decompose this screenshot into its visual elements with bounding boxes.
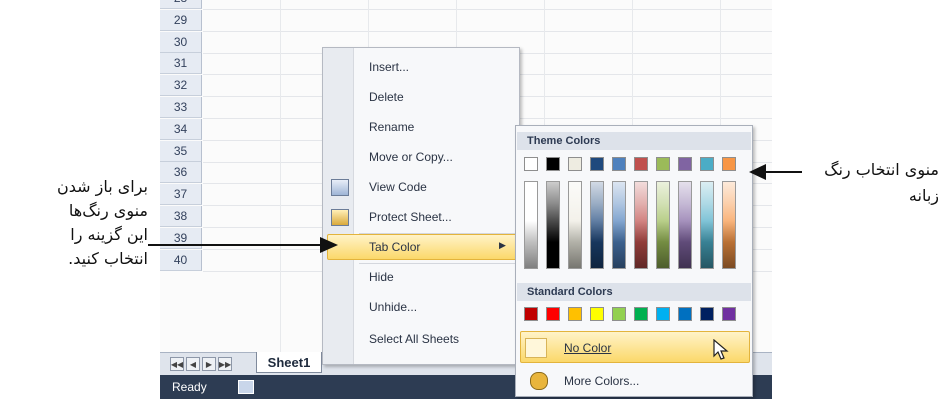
annotation-line: منوی رنگ‌ها xyxy=(68,201,148,220)
left-arrow-line xyxy=(148,244,326,246)
protect-sheet-icon xyxy=(331,209,349,226)
theme-color-shades[interactable] xyxy=(612,181,626,269)
row-header-38[interactable]: 38 xyxy=(160,206,202,227)
theme-color-swatch[interactable] xyxy=(568,157,582,171)
theme-colors-header: Theme Colors xyxy=(517,132,751,150)
menu-item-unhide[interactable]: Unhide... xyxy=(369,300,417,314)
annotation-line: منوی انتخاب رنگ xyxy=(824,160,939,179)
no-color-swatch xyxy=(525,338,547,358)
standard-color-swatch[interactable] xyxy=(568,307,582,321)
menu-item-rename[interactable]: Rename xyxy=(369,120,414,134)
theme-color-swatch[interactable] xyxy=(656,157,670,171)
menu-item-tab-color[interactable]: Tab Color xyxy=(369,240,420,254)
standard-color-swatch[interactable] xyxy=(590,307,604,321)
menu-item-select-all-sheets[interactable]: Select All Sheets xyxy=(369,332,459,346)
standard-color-swatch[interactable] xyxy=(546,307,560,321)
theme-color-shades[interactable] xyxy=(700,181,714,269)
left-arrow-head-icon xyxy=(320,237,338,253)
annotation-line: برای باز شدن xyxy=(56,177,148,196)
theme-color-shades[interactable] xyxy=(590,181,604,269)
view-code-icon xyxy=(331,179,349,196)
standard-colors-header: Standard Colors xyxy=(517,283,751,301)
menu-separator xyxy=(359,263,515,264)
standard-color-swatch[interactable] xyxy=(700,307,714,321)
theme-color-shades[interactable] xyxy=(524,181,538,269)
standard-color-swatch[interactable] xyxy=(634,307,648,321)
standard-color-swatch[interactable] xyxy=(722,307,736,321)
theme-color-swatch[interactable] xyxy=(590,157,604,171)
row-header-34[interactable]: 34 xyxy=(160,118,202,140)
grid-line xyxy=(280,0,281,360)
standard-color-swatch[interactable] xyxy=(678,307,692,321)
menu-item-hide[interactable]: Hide xyxy=(369,270,394,284)
row-header-36[interactable]: 36 xyxy=(160,162,202,184)
standard-color-swatch[interactable] xyxy=(656,307,670,321)
theme-color-swatch[interactable] xyxy=(524,157,538,171)
annotation-line: زبانه xyxy=(908,186,939,205)
status-text: Ready xyxy=(172,380,207,394)
theme-color-swatch[interactable] xyxy=(546,157,560,171)
theme-color-shades[interactable] xyxy=(634,181,648,269)
theme-color-shades[interactable] xyxy=(568,181,582,269)
row-header-30[interactable]: 30 xyxy=(160,31,202,53)
row-header-40[interactable]: 40 xyxy=(160,249,202,271)
row-header-32[interactable]: 32 xyxy=(160,75,202,97)
right-arrow-line xyxy=(762,171,802,173)
more-colors-icon xyxy=(530,372,548,390)
sheet-nav-button[interactable]: ▶▶ xyxy=(218,357,232,371)
menu-item-move-or-copy[interactable]: Move or Copy... xyxy=(369,150,453,164)
row-header-29[interactable]: 29 xyxy=(160,9,202,31)
mouse-cursor-icon xyxy=(713,339,729,360)
menu-separator xyxy=(359,233,515,234)
theme-color-shades[interactable] xyxy=(546,181,560,269)
sheet-nav-button[interactable]: ◀ xyxy=(186,357,200,371)
tab-color-palette: Theme Colors Standard Colors No Color Mo… xyxy=(515,125,753,397)
theme-color-swatch[interactable] xyxy=(678,157,692,171)
menu-item-view-code[interactable]: View Code xyxy=(369,180,427,194)
theme-color-shades[interactable] xyxy=(678,181,692,269)
theme-color-swatch[interactable] xyxy=(634,157,648,171)
theme-color-swatch[interactable] xyxy=(612,157,626,171)
submenu-arrow-icon: ▶ xyxy=(499,240,506,250)
row-header-33[interactable]: 33 xyxy=(160,97,202,118)
grid-line xyxy=(203,30,772,32)
more-colors-option[interactable]: More Colors... xyxy=(564,374,639,388)
row-header-28[interactable]: 28 xyxy=(160,0,202,9)
sheet-tab-context-menu: Insert... Delete Rename Move or Copy... View… xyxy=(322,47,520,365)
menu-item-insert[interactable]: Insert... xyxy=(369,60,409,74)
menu-item-highlight xyxy=(327,234,517,260)
no-color-label: No Color xyxy=(564,341,612,355)
menu-item-delete[interactable]: Delete xyxy=(369,90,404,104)
theme-color-shades[interactable] xyxy=(656,181,670,269)
theme-color-shades[interactable] xyxy=(722,181,736,269)
grid-line xyxy=(203,9,772,10)
annotation-line: این گزینه را xyxy=(70,225,148,244)
sheet-nav-button[interactable]: ▶ xyxy=(202,357,216,371)
macro-record-icon[interactable] xyxy=(238,380,254,394)
row-header-31[interactable]: 31 xyxy=(160,53,202,75)
sheet-nav-button[interactable]: ◀◀ xyxy=(170,357,184,371)
row-header-37[interactable]: 37 xyxy=(160,184,202,206)
right-arrow-head-icon xyxy=(749,164,766,180)
standard-color-swatch[interactable] xyxy=(524,307,538,321)
annotation-line: انتخاب کنید. xyxy=(68,249,148,268)
menu-item-protect-sheet[interactable]: Protect Sheet... xyxy=(369,210,452,224)
standard-color-swatch[interactable] xyxy=(612,307,626,321)
sheet-tab-sheet1[interactable]: Sheet1 xyxy=(256,352,322,373)
menu-icon-gutter xyxy=(323,48,354,364)
theme-color-swatch[interactable] xyxy=(700,157,714,171)
row-header-35[interactable]: 35 xyxy=(160,140,202,162)
theme-color-swatch[interactable] xyxy=(722,157,736,171)
